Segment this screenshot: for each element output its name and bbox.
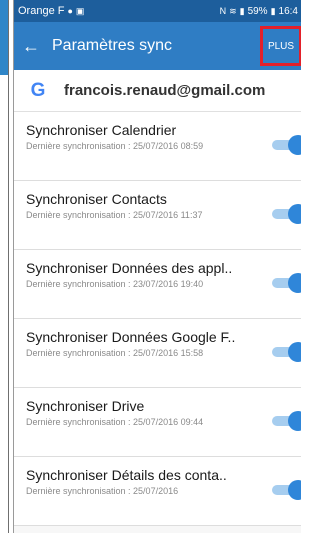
account-email: francois.renaud@gmail.com — [64, 82, 266, 99]
page-title: Paramètres sync — [52, 37, 173, 54]
google-logo-icon: G — [30, 79, 46, 101]
sync-toggle-calendar[interactable] — [272, 135, 301, 155]
status-bar: Orange F ● ▣ N ≋ ▮ 59% ▮ 16:4 — [14, 0, 301, 22]
notification-icon: ● — [67, 6, 73, 16]
sync-item-app-data[interactable]: Synchroniser Données des appl.. Dernière… — [14, 250, 301, 319]
arrow-left-icon: ← — [22, 35, 40, 56]
sync-item-contacts[interactable]: Synchroniser Contacts Dernière synchroni… — [14, 181, 301, 250]
status-left: Orange F ● ▣ — [18, 5, 84, 17]
sync-item-title: Synchroniser Drive — [26, 398, 145, 414]
wifi-icon: ≋ — [229, 5, 237, 16]
sync-item-drive[interactable]: Synchroniser Drive Dernière synchronisat… — [14, 388, 301, 457]
sync-item-subtitle: Dernière synchronisation : 25/07/2016 09… — [26, 417, 204, 427]
more-button[interactable]: PLUS — [260, 26, 301, 66]
left-panel-edge — [0, 0, 9, 533]
panel-divider — [8, 0, 9, 533]
sync-toggle-drive[interactable] — [272, 411, 301, 431]
sync-toggle-contacts[interactable] — [272, 204, 301, 224]
carrier-name: Orange F — [18, 5, 65, 17]
phone-screen: Orange F ● ▣ N ≋ ▮ 59% ▮ 16:4 ← Paramètr… — [13, 0, 301, 533]
sync-item-title: Synchroniser Détails des conta.. — [26, 467, 227, 483]
sync-item-calendar[interactable]: Synchroniser Calendrier Dernière synchro… — [14, 112, 301, 181]
toggle-knob — [288, 204, 301, 224]
sync-list: Synchroniser Calendrier Dernière synchro… — [14, 112, 301, 526]
toggle-knob — [288, 273, 301, 293]
battery-percent: 59% — [247, 5, 268, 17]
sync-item-google-fit[interactable]: Synchroniser Données Google F.. Dernière… — [14, 319, 301, 388]
sync-item-subtitle: Dernière synchronisation : 25/07/2016 11… — [26, 210, 203, 220]
sync-toggle-app-data[interactable] — [272, 273, 301, 293]
sync-toggle-google-fit[interactable] — [272, 342, 301, 362]
sync-item-title: Synchroniser Données Google F.. — [26, 329, 236, 345]
image-notification-icon: ▣ — [75, 5, 85, 16]
toggle-knob — [288, 480, 301, 500]
signal-icon: ▮ — [239, 5, 245, 16]
back-button[interactable]: ← — [16, 22, 46, 70]
toggle-knob — [288, 342, 301, 362]
status-right: N ≋ ▮ 59% ▮ 16:4 — [220, 6, 298, 17]
clock: 16:4 — [278, 5, 298, 17]
sync-item-subtitle: Dernière synchronisation : 25/07/2016 15… — [26, 348, 204, 358]
account-row: G francois.renaud@gmail.com — [14, 70, 301, 112]
sync-item-title: Synchroniser Données des appl.. — [26, 260, 233, 276]
sync-item-title: Synchroniser Contacts — [26, 191, 167, 207]
sync-item-subtitle: Dernière synchronisation : 25/07/2016 08… — [26, 141, 204, 151]
toggle-knob — [288, 135, 301, 155]
sync-item-subtitle: Dernière synchronisation : 25/07/2016 — [26, 486, 179, 496]
toggle-knob — [288, 411, 301, 431]
sync-item-subtitle: Dernière synchronisation : 23/07/2016 19… — [26, 279, 204, 289]
app-bar: ← Paramètres sync PLUS — [14, 22, 301, 70]
sync-item-contact-details[interactable]: Synchroniser Détails des conta.. Dernièr… — [14, 457, 301, 526]
sync-toggle-contact-details[interactable] — [272, 480, 301, 500]
nfc-icon: N — [219, 6, 227, 16]
battery-icon: ▮ — [270, 5, 276, 16]
sync-item-title: Synchroniser Calendrier — [26, 122, 177, 138]
